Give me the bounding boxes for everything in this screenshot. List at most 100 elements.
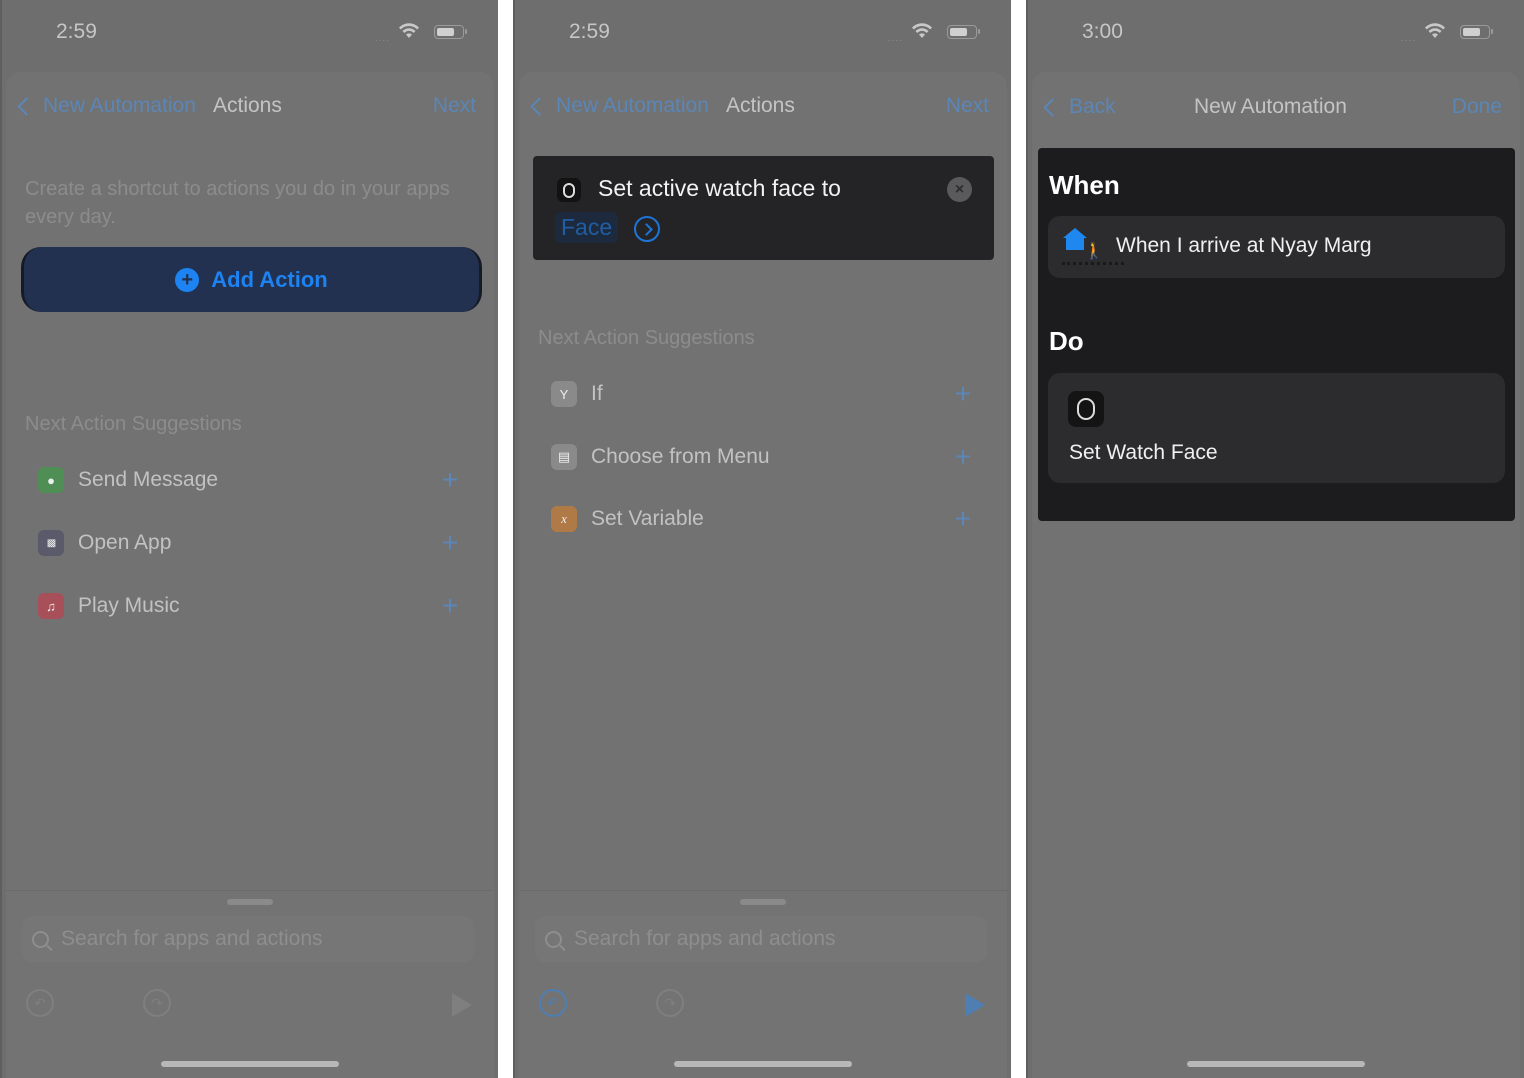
wifi-icon — [912, 23, 932, 38]
intro-text: Create a shortcut to actions you do in y… — [25, 178, 450, 228]
cellular-signal-icon: .... — [1400, 33, 1416, 44]
action-title: Set active watch face to — [598, 175, 841, 201]
cellular-signal-icon: .... — [887, 33, 903, 44]
automation-summary: When 🚶 When I arrive at Nyay Marg Do Set… — [1038, 148, 1515, 521]
add-action-label: Add Action — [211, 266, 328, 292]
drawer-grabber[interactable] — [227, 899, 273, 905]
suggestion-label: Set Variable — [591, 507, 704, 530]
suggestion-label: Send Message — [78, 468, 219, 491]
search-field[interactable] — [22, 916, 474, 962]
next-button[interactable]: Next — [433, 94, 476, 118]
app-grid-icon: ▩ — [38, 530, 64, 556]
home-indicator — [161, 1061, 339, 1067]
editor-toolbar: ↶ ↷ — [6, 989, 494, 1029]
status-time: 3:00 — [1082, 20, 1123, 43]
search-icon — [545, 930, 562, 948]
redo-icon[interactable]: ↷ — [143, 989, 171, 1017]
add-suggestion-icon[interactable]: + — [438, 590, 462, 622]
nav-bar: New Automation Actions Next — [515, 72, 1011, 144]
add-suggestion-icon[interactable]: + — [438, 464, 462, 496]
page-title: Actions — [213, 94, 282, 117]
battery-icon — [947, 25, 980, 39]
suggestion-play-music[interactable]: ♫ Play Music + — [38, 586, 462, 626]
wifi-icon — [1425, 23, 1445, 38]
redo-icon[interactable]: ↷ — [656, 989, 684, 1017]
back-label: New Automation — [556, 94, 709, 117]
add-suggestion-icon[interactable]: + — [438, 527, 462, 559]
back-button[interactable]: Back — [1042, 95, 1116, 119]
nav-bar: New Automation Actions Next — [2, 72, 498, 144]
page-title: Actions — [726, 94, 795, 117]
walking-person-icon: 🚶 — [1084, 243, 1104, 260]
status-bar: 2:59 .... — [2, 0, 498, 70]
do-heading: Do — [1049, 326, 1084, 356]
chevron-left-icon — [17, 96, 36, 116]
done-button[interactable]: Done — [1452, 95, 1502, 119]
play-icon[interactable] — [452, 993, 472, 1017]
status-bar: 3:00 .... — [1028, 0, 1524, 70]
suggestion-label: If — [591, 382, 603, 405]
undo-icon[interactable]: ↶ — [539, 989, 567, 1017]
action-label: Set Watch Face — [1069, 441, 1218, 464]
suggestions-heading: Next Action Suggestions — [538, 327, 755, 349]
do-action-row[interactable]: Set Watch Face — [1048, 373, 1505, 483]
add-suggestion-icon[interactable]: + — [951, 441, 975, 473]
action-drawer: ↶ ↷ — [6, 890, 494, 1078]
suggestion-set-variable[interactable]: x Set Variable + — [551, 499, 975, 539]
search-field[interactable] — [535, 916, 987, 962]
status-time: 2:59 — [56, 20, 97, 43]
home-indicator — [674, 1061, 852, 1067]
chevron-left-icon — [1043, 97, 1062, 117]
trigger-label: When I arrive at Nyay Marg — [1116, 234, 1372, 257]
branch-icon: Y — [551, 381, 577, 407]
suggestion-send-message[interactable]: ● Send Message + — [38, 460, 462, 500]
battery-icon — [1460, 25, 1493, 39]
suggestion-open-app[interactable]: ▩ Open App + — [38, 523, 462, 563]
play-icon[interactable] — [965, 993, 985, 1017]
watch-face-icon — [1068, 391, 1104, 427]
cellular-signal-icon: .... — [374, 33, 390, 44]
suggestions-heading: Next Action Suggestions — [25, 413, 242, 435]
messages-icon: ● — [38, 467, 64, 493]
menu-list-icon: ▤ — [551, 444, 577, 470]
editor-toolbar: ↶ ↷ — [519, 989, 1007, 1029]
back-label: New Automation — [43, 94, 196, 117]
variable-x-icon: x — [551, 506, 577, 532]
chevron-left-icon — [530, 96, 549, 116]
search-icon — [32, 930, 49, 948]
back-button[interactable]: New Automation — [16, 94, 196, 118]
when-heading: When — [1049, 170, 1120, 200]
suggestion-label: Open App — [78, 531, 172, 554]
add-action-button[interactable]: + Add Action — [21, 247, 482, 312]
search-input[interactable] — [61, 927, 441, 951]
music-note-icon: ♫ — [38, 593, 64, 619]
trigger-row[interactable]: 🚶 When I arrive at Nyay Marg — [1048, 216, 1505, 278]
add-suggestion-icon[interactable]: + — [951, 378, 975, 410]
remove-action-icon[interactable]: × — [947, 177, 972, 202]
search-input[interactable] — [574, 927, 954, 951]
suggestion-label: Play Music — [78, 594, 180, 617]
status-time: 2:59 — [569, 20, 610, 43]
next-button[interactable]: Next — [946, 94, 989, 118]
path-dots — [1062, 262, 1124, 265]
status-bar: 2:59 .... — [515, 0, 1011, 70]
chevron-right-circle-icon[interactable] — [634, 216, 660, 242]
screen-actions-added: 2:59 .... New Automation Actions Next Se… — [513, 0, 1011, 1078]
watch-face-icon — [557, 178, 581, 202]
undo-icon[interactable]: ↶ — [26, 989, 54, 1017]
suggestion-choose-from-menu[interactable]: ▤ Choose from Menu + — [551, 437, 975, 477]
action-card-set-watch-face[interactable]: Set active watch face to × Face — [533, 156, 994, 260]
back-label: Back — [1069, 95, 1116, 118]
screen-actions-empty: 2:59 .... New Automation Actions Next Cr… — [0, 0, 498, 1078]
battery-icon — [434, 25, 467, 39]
add-suggestion-icon[interactable]: + — [951, 503, 975, 535]
drawer-grabber[interactable] — [740, 899, 786, 905]
nav-bar: Back New Automation Done — [1028, 72, 1524, 144]
action-drawer: ↶ ↷ — [519, 890, 1007, 1078]
suggestion-if[interactable]: Y If + — [551, 374, 975, 414]
face-parameter[interactable]: Face — [555, 212, 619, 243]
back-button[interactable]: New Automation — [529, 94, 709, 118]
wifi-icon — [399, 23, 419, 38]
plus-circle-icon: + — [175, 267, 200, 292]
page-title: New Automation — [1194, 95, 1347, 118]
